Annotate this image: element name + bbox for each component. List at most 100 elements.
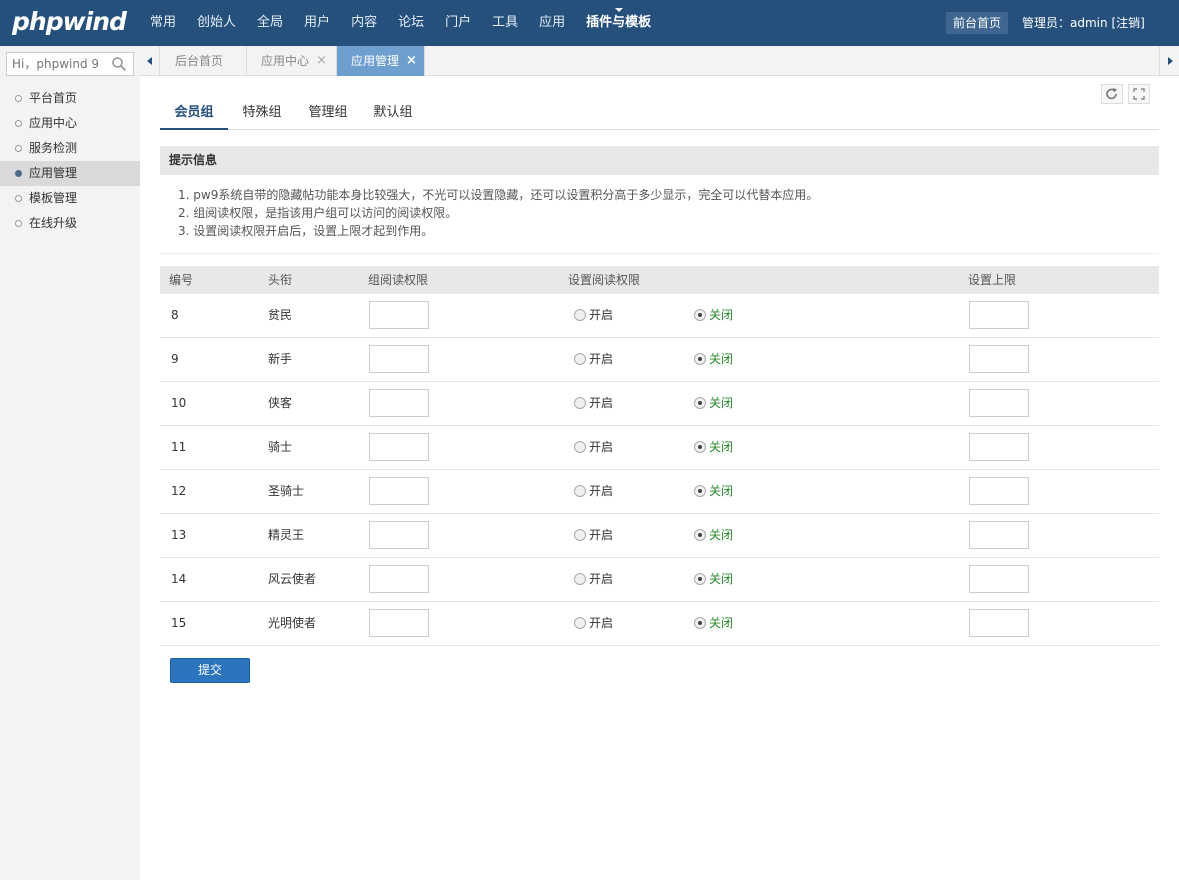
read-perm-on-label[interactable]: 开启 [589,558,613,600]
limit-input[interactable] [969,389,1029,417]
read-perm-on-radio[interactable] [574,573,586,585]
tip-item: 1. pw9系统自带的隐藏帖功能本身比较强大，不光可以设置隐藏，还可以设置积分高… [178,188,819,202]
read-perm-off-label[interactable]: 关闭 [709,294,733,336]
read-perm-off-label[interactable]: 关闭 [709,338,733,380]
bullet-icon [15,195,22,202]
row-id: 9 [171,352,179,366]
read-perm-on-label[interactable]: 开启 [589,514,613,556]
read-perm-off-label[interactable]: 关闭 [709,470,733,512]
submit-button[interactable]: 提交 [170,658,250,683]
row-title: 骑士 [268,440,293,454]
read-perm-on-radio[interactable] [574,617,586,629]
read-perm-off-label[interactable]: 关闭 [709,602,733,644]
column-header-read-perm: 组阅读权限 [368,273,429,287]
read-perm-off-label[interactable]: 关闭 [709,558,733,600]
read-perm-off-label[interactable]: 关闭 [709,514,733,556]
subtab-default-group[interactable]: 默认组 [360,96,426,130]
read-perm-input[interactable] [369,389,429,417]
close-icon[interactable]: × [406,46,417,76]
subtab-member-group[interactable]: 会员组 [160,96,228,130]
read-perm-on-label[interactable]: 开启 [589,426,613,468]
read-perm-input[interactable] [369,609,429,637]
read-perm-off-label[interactable]: 关闭 [709,382,733,424]
tab-scroll-right-icon[interactable] [1159,46,1179,76]
sidebar-item-label: 平台首页 [29,91,78,105]
tab-app-management[interactable]: 应用管理 × [337,46,425,76]
read-perm-off-radio[interactable] [694,529,706,541]
read-perm-off-radio[interactable] [694,441,706,453]
sidebar-item-label: 模板管理 [29,191,78,205]
read-perm-input[interactable] [369,433,429,461]
sidebar-item-online-upgrade[interactable]: 在线升级 [0,211,140,236]
read-perm-input[interactable] [369,345,429,373]
limit-input[interactable] [969,609,1029,637]
sidebar-item-template-management[interactable]: 模板管理 [0,186,140,211]
read-perm-on-radio[interactable] [574,529,586,541]
tips-list: 1. pw9系统自带的隐藏帖功能本身比较强大，不光可以设置隐藏，还可以设置积分高… [178,186,1138,240]
read-perm-on-label[interactable]: 开启 [589,602,613,644]
read-perm-on-radio[interactable] [574,441,586,453]
admin-label: 管理员： [1022,16,1071,30]
table-header: 编号 头衔 组阅读权限 设置阅读权限 设置上限 [160,266,1159,294]
read-perm-input[interactable] [369,477,429,505]
search-icon[interactable] [111,56,127,72]
subtab-admin-group[interactable]: 管理组 [296,96,360,130]
read-perm-input[interactable] [369,521,429,549]
read-perm-off-radio[interactable] [694,353,706,365]
sidebar-item-app-management[interactable]: 应用管理 [0,161,140,186]
sidebar-item-platform-home[interactable]: 平台首页 [0,86,140,111]
subtab-special-group[interactable]: 特殊组 [228,96,296,130]
limit-input[interactable] [969,565,1029,593]
nav-item-common[interactable]: 常用 [150,0,176,46]
close-icon[interactable]: × [316,46,327,76]
tab-app-center[interactable]: 应用中心 × [247,46,337,76]
sidebar-item-app-center[interactable]: 应用中心 [0,111,140,136]
nav-item-plugins-templates[interactable]: 插件与模板 [586,0,651,46]
read-perm-off-label[interactable]: 关闭 [709,426,733,468]
tip-item: 3. 设置阅读权限开启后，设置上限才起到作用。 [178,224,434,238]
read-perm-off-radio[interactable] [694,309,706,321]
nav-item-global[interactable]: 全局 [257,0,283,46]
nav-item-tools[interactable]: 工具 [492,0,518,46]
nav-item-forum[interactable]: 论坛 [398,0,424,46]
phpwind-logo[interactable]: phpwind [12,7,127,36]
sidebar-item-label: 应用中心 [29,116,78,130]
read-perm-on-label[interactable]: 开启 [589,382,613,424]
read-perm-input[interactable] [369,301,429,329]
logout-link[interactable]: [注销] [1111,16,1144,30]
read-perm-off-radio[interactable] [694,397,706,409]
read-perm-on-label[interactable]: 开启 [589,294,613,336]
read-perm-on-radio[interactable] [574,309,586,321]
admin-username[interactable]: admin [1070,16,1108,30]
read-perm-on-label[interactable]: 开启 [589,338,613,380]
limit-input[interactable] [969,433,1029,461]
read-perm-off-radio[interactable] [694,617,706,629]
tab-scroll-left-icon[interactable] [140,46,160,76]
read-perm-on-label[interactable]: 开启 [589,470,613,512]
limit-input[interactable] [969,477,1029,505]
read-perm-on-radio[interactable] [574,397,586,409]
main-nav: 常用 创始人 全局 用户 内容 论坛 门户 工具 应用 插件与模板 [150,0,672,46]
limit-input[interactable] [969,345,1029,373]
row-id: 15 [171,616,187,630]
read-perm-on-radio[interactable] [574,485,586,497]
limit-input[interactable] [969,521,1029,549]
tab-admin-home[interactable]: 后台首页 [161,46,247,76]
read-perm-input[interactable] [369,565,429,593]
sidebar-item-service-check[interactable]: 服务检测 [0,136,140,161]
table-row: 14 风云使者 开启 关闭 [160,558,1159,602]
nav-item-founder[interactable]: 创始人 [197,0,236,46]
row-title: 圣骑士 [268,484,305,498]
nav-item-content[interactable]: 内容 [351,0,377,46]
nav-item-portal[interactable]: 门户 [445,0,471,46]
read-perm-on-radio[interactable] [574,353,586,365]
nav-item-apps[interactable]: 应用 [539,0,565,46]
read-perm-off-radio[interactable] [694,485,706,497]
read-perm-off-radio[interactable] [694,573,706,585]
row-title: 新手 [268,352,293,366]
search-input[interactable] [7,53,107,75]
limit-input[interactable] [969,301,1029,329]
front-home-button[interactable]: 前台首页 [946,12,1009,34]
table-row: 8 贫民 开启 关闭 [160,294,1159,338]
nav-item-users[interactable]: 用户 [304,0,330,46]
